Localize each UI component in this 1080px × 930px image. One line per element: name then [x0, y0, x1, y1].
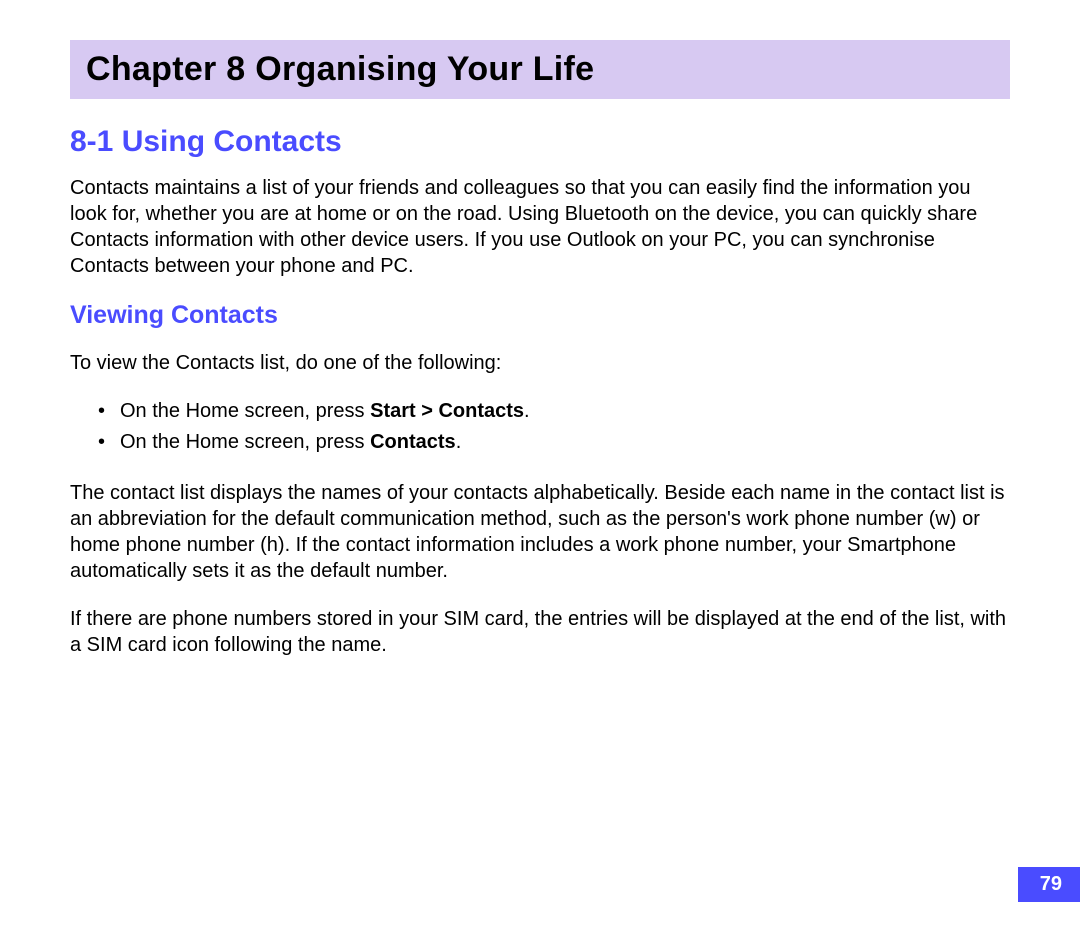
list-item: On the Home screen, press Start > Contac…: [98, 396, 1010, 427]
bullet-prefix: On the Home screen, press: [120, 400, 370, 422]
document-page: Chapter 8 Organising Your Life 8-1 Using…: [0, 0, 1080, 720]
paragraph-final: If there are phone numbers stored in you…: [70, 606, 1010, 658]
page-number: 79: [1018, 867, 1080, 902]
chapter-header: Chapter 8 Organising Your Life: [70, 40, 1010, 99]
paragraph-after-bullets: The contact list displays the names of y…: [70, 480, 1010, 584]
bullet-bold: Start > Contacts: [370, 400, 524, 422]
section-paragraph: Contacts maintains a list of your friend…: [70, 175, 1010, 279]
bullet-suffix: .: [524, 400, 530, 422]
chapter-title: Chapter 8 Organising Your Life: [86, 50, 994, 89]
subsection-heading: Viewing Contacts: [70, 301, 1010, 330]
bullet-prefix: On the Home screen, press: [120, 431, 370, 453]
intro-line: To view the Contacts list, do one of the…: [70, 350, 1010, 376]
section-heading: 8-1 Using Contacts: [70, 125, 1010, 159]
bullet-suffix: .: [456, 431, 462, 453]
list-item: On the Home screen, press Contacts.: [98, 427, 1010, 458]
bullet-bold: Contacts: [370, 431, 456, 453]
bullet-list: On the Home screen, press Start > Contac…: [98, 396, 1010, 458]
